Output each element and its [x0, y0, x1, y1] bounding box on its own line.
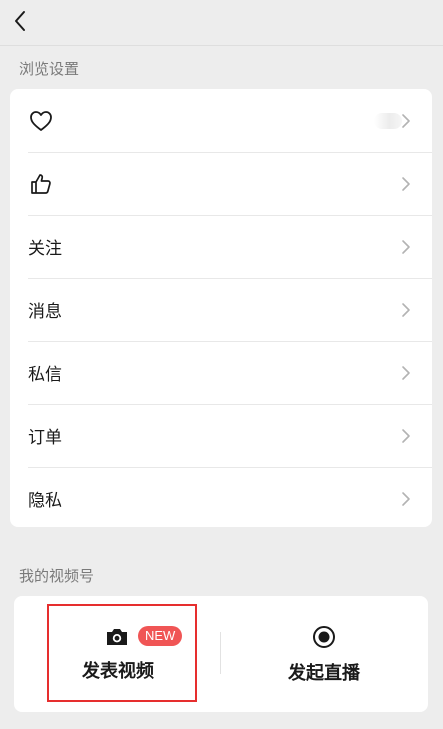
settings-row-thumbs-up[interactable]: [10, 152, 432, 215]
chevron-right-icon: [400, 427, 412, 445]
browse-settings-title: 浏览设置: [19, 60, 80, 78]
thumbs-up-icon: [28, 171, 54, 197]
top-bar: [0, 0, 443, 46]
chevron-right-icon: [400, 490, 412, 508]
settings-row-label: 关注: [28, 239, 62, 259]
settings-row-direct-messages[interactable]: 私信: [10, 341, 432, 404]
browse-settings-card: 关注 消息 私信 订单 隐私: [10, 89, 432, 527]
start-live-button[interactable]: 发起直播: [276, 625, 372, 685]
blurred-count: [374, 112, 402, 129]
heart-icon: [28, 108, 54, 134]
record-icon: [313, 626, 335, 648]
start-live-label: 发起直播: [288, 663, 360, 684]
chevron-right-icon: [400, 364, 412, 382]
settings-row-likes[interactable]: [10, 89, 432, 152]
chevron-left-icon: [15, 11, 25, 31]
chevron-right-icon: [400, 175, 412, 193]
settings-row-messages[interactable]: 消息: [10, 278, 432, 341]
settings-row-follow[interactable]: 关注: [10, 215, 432, 278]
chevron-right-icon: [400, 301, 412, 319]
back-button[interactable]: [8, 6, 32, 36]
highlight-box: [47, 604, 197, 702]
settings-row-label: 隐私: [28, 491, 62, 511]
settings-row-label: 私信: [28, 365, 62, 385]
action-divider: [220, 632, 221, 674]
settings-row-orders[interactable]: 订单: [10, 404, 432, 467]
settings-row-label: 订单: [28, 428, 62, 448]
chevron-right-icon: [400, 238, 412, 256]
settings-row-label: 消息: [28, 302, 62, 322]
chevron-right-icon: [400, 112, 412, 130]
settings-row-privacy[interactable]: 隐私: [10, 467, 432, 527]
my-channels-title: 我的视频号: [19, 567, 95, 585]
